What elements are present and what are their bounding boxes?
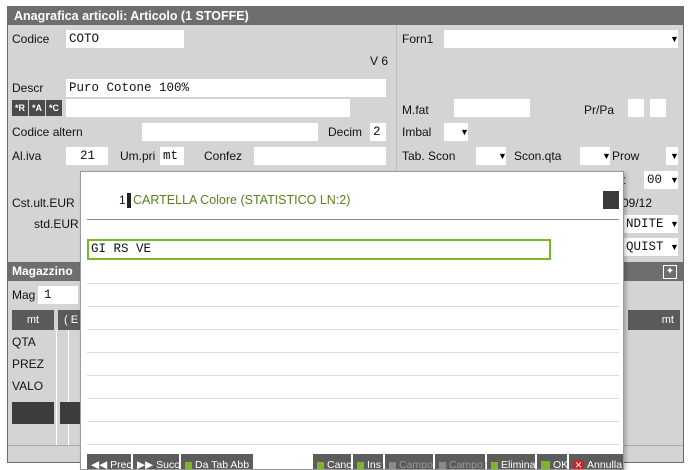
cartella-popup: 1 CARTELLA Colore (STATISTICO LN:2) GI R… <box>80 171 624 470</box>
list-row[interactable] <box>87 307 619 330</box>
lang-c-button[interactable]: *C <box>46 100 62 116</box>
aliva-field[interactable]: 21 <box>66 147 108 165</box>
mag-divider-2 <box>68 330 69 445</box>
da-tab-abb-button[interactable]: Da Tab Abb <box>181 454 253 469</box>
prec-button[interactable]: ◀◀ Prec <box>87 454 132 470</box>
forn1-dropdown-icon[interactable]: ▼ <box>670 30 679 48</box>
prez-label: PREZ <box>12 357 45 371</box>
confez-field[interactable] <box>254 147 386 165</box>
search-input[interactable]: GI RS VE <box>87 239 551 260</box>
popup-title: CARTELLA Colore (STATISTICO LN:2) <box>133 193 351 207</box>
succ-icon: ▶▶ <box>137 459 157 470</box>
campo-up-button[interactable]: Campo↑ <box>435 454 488 469</box>
expand-icon[interactable]: ✦ <box>663 265 677 279</box>
campo-up-icon <box>439 461 446 469</box>
list-row[interactable] <box>87 261 619 284</box>
elimina-button[interactable]: Elimina <box>487 454 535 469</box>
lang-r-button[interactable]: *R <box>12 100 28 116</box>
sconqta-dropdown-icon[interactable]: ▼ <box>602 147 611 165</box>
right-00-dropdown-icon[interactable]: ▼ <box>670 171 679 189</box>
popup-title-separator <box>87 219 619 220</box>
imbal-dropdown-icon[interactable]: ▼ <box>460 123 469 141</box>
prpa-field-2[interactable] <box>650 99 666 117</box>
cst-ult-label: Cst.ult.EUR <box>12 196 75 210</box>
prpa-field-1[interactable] <box>628 99 644 117</box>
descr-label: Descr <box>12 81 44 95</box>
mag-field[interactable]: 1 <box>38 286 78 304</box>
ok-icon <box>541 460 550 469</box>
descr-extra-field[interactable] <box>66 99 350 117</box>
list-row[interactable] <box>87 376 619 399</box>
lang-a-button[interactable]: *A <box>29 100 45 116</box>
mag-col-mt-left: mt <box>12 310 54 330</box>
mag-divider-1 <box>56 330 57 445</box>
codice-label: Codice <box>12 32 50 46</box>
popup-toolbar: ◀◀ Prec ▶▶ Succ Da Tab Abb Canc Ins Camp… <box>87 454 623 470</box>
valo-label: VALO <box>12 379 44 393</box>
acquisti-dropdown-icon[interactable]: ▼ <box>670 238 679 256</box>
list-row[interactable] <box>87 284 619 307</box>
mag-button-1[interactable] <box>12 402 54 424</box>
list-row[interactable] <box>87 330 619 353</box>
list-row[interactable] <box>87 422 619 445</box>
codice-altern-label: Codice altern <box>12 125 83 139</box>
tabscon-label: Tab. Scon <box>402 149 456 163</box>
decim-label: Decim <box>328 125 363 139</box>
date-label: 09/12 <box>622 196 653 210</box>
std-eur-label: std.EUR <box>34 217 79 231</box>
popup-list <box>87 261 619 446</box>
vendite-dropdown-icon[interactable]: ▼ <box>670 215 679 233</box>
decim-field[interactable]: 2 <box>370 123 386 141</box>
popup-number: 1 <box>119 193 126 207</box>
codice-altern-field[interactable] <box>142 123 318 141</box>
prow-dropdown-icon[interactable]: ▼ <box>670 147 679 165</box>
canc-button[interactable]: Canc <box>313 454 352 469</box>
prec-icon: ◀◀ <box>91 459 111 470</box>
mag-col-mt-right: mt <box>628 310 680 330</box>
forn1-field[interactable] <box>444 30 678 48</box>
mfat-label: M.fat <box>402 103 429 117</box>
canc-icon <box>317 461 324 469</box>
popup-marker <box>127 193 131 208</box>
tabscon-dropdown-icon[interactable]: ▼ <box>498 147 507 165</box>
sconqta-label: Scon.qta <box>514 149 562 163</box>
prow-label: Prow <box>612 149 640 163</box>
ins-button[interactable]: Ins <box>353 454 383 469</box>
prpa-label: Pr/Pa <box>584 103 615 117</box>
imbal-label: Imbal <box>402 125 432 139</box>
mag-button-2[interactable] <box>60 402 80 424</box>
mag-label: Mag <box>12 288 36 302</box>
window-title: Anagrafica articoli: Articolo (1 STOFFE) <box>8 7 683 25</box>
ok-button[interactable]: OK <box>537 454 568 469</box>
annulla-x-icon: ✕ <box>573 459 584 470</box>
popup-close-square[interactable] <box>603 191 619 209</box>
da-tab-abb-icon <box>185 461 192 469</box>
magazzino-title: Magazzino <box>12 264 73 278</box>
descr-field[interactable]: Puro Cotone 100% <box>66 79 386 97</box>
list-row[interactable] <box>87 399 619 422</box>
list-row[interactable] <box>87 353 619 376</box>
annulla-button[interactable]: ✕ Annulla <box>569 454 623 470</box>
mfat-field[interactable] <box>454 99 530 117</box>
aliva-label: Al.iva <box>12 149 42 163</box>
campo-icon <box>389 461 396 469</box>
umpri-label: Um.pri <box>120 149 156 163</box>
campo-button[interactable]: Campo <box>385 454 433 469</box>
codice-field[interactable]: COTO <box>66 30 184 48</box>
umpri-field[interactable]: mt <box>160 147 184 165</box>
version-label: V 6 <box>370 54 389 68</box>
forn1-label: Forn1 <box>402 32 434 46</box>
succ-button[interactable]: ▶▶ Succ <box>133 454 179 470</box>
confez-label: Confez <box>204 149 243 163</box>
ins-icon <box>357 461 364 469</box>
elimina-icon <box>491 461 498 469</box>
qta-label: QTA <box>12 335 36 349</box>
